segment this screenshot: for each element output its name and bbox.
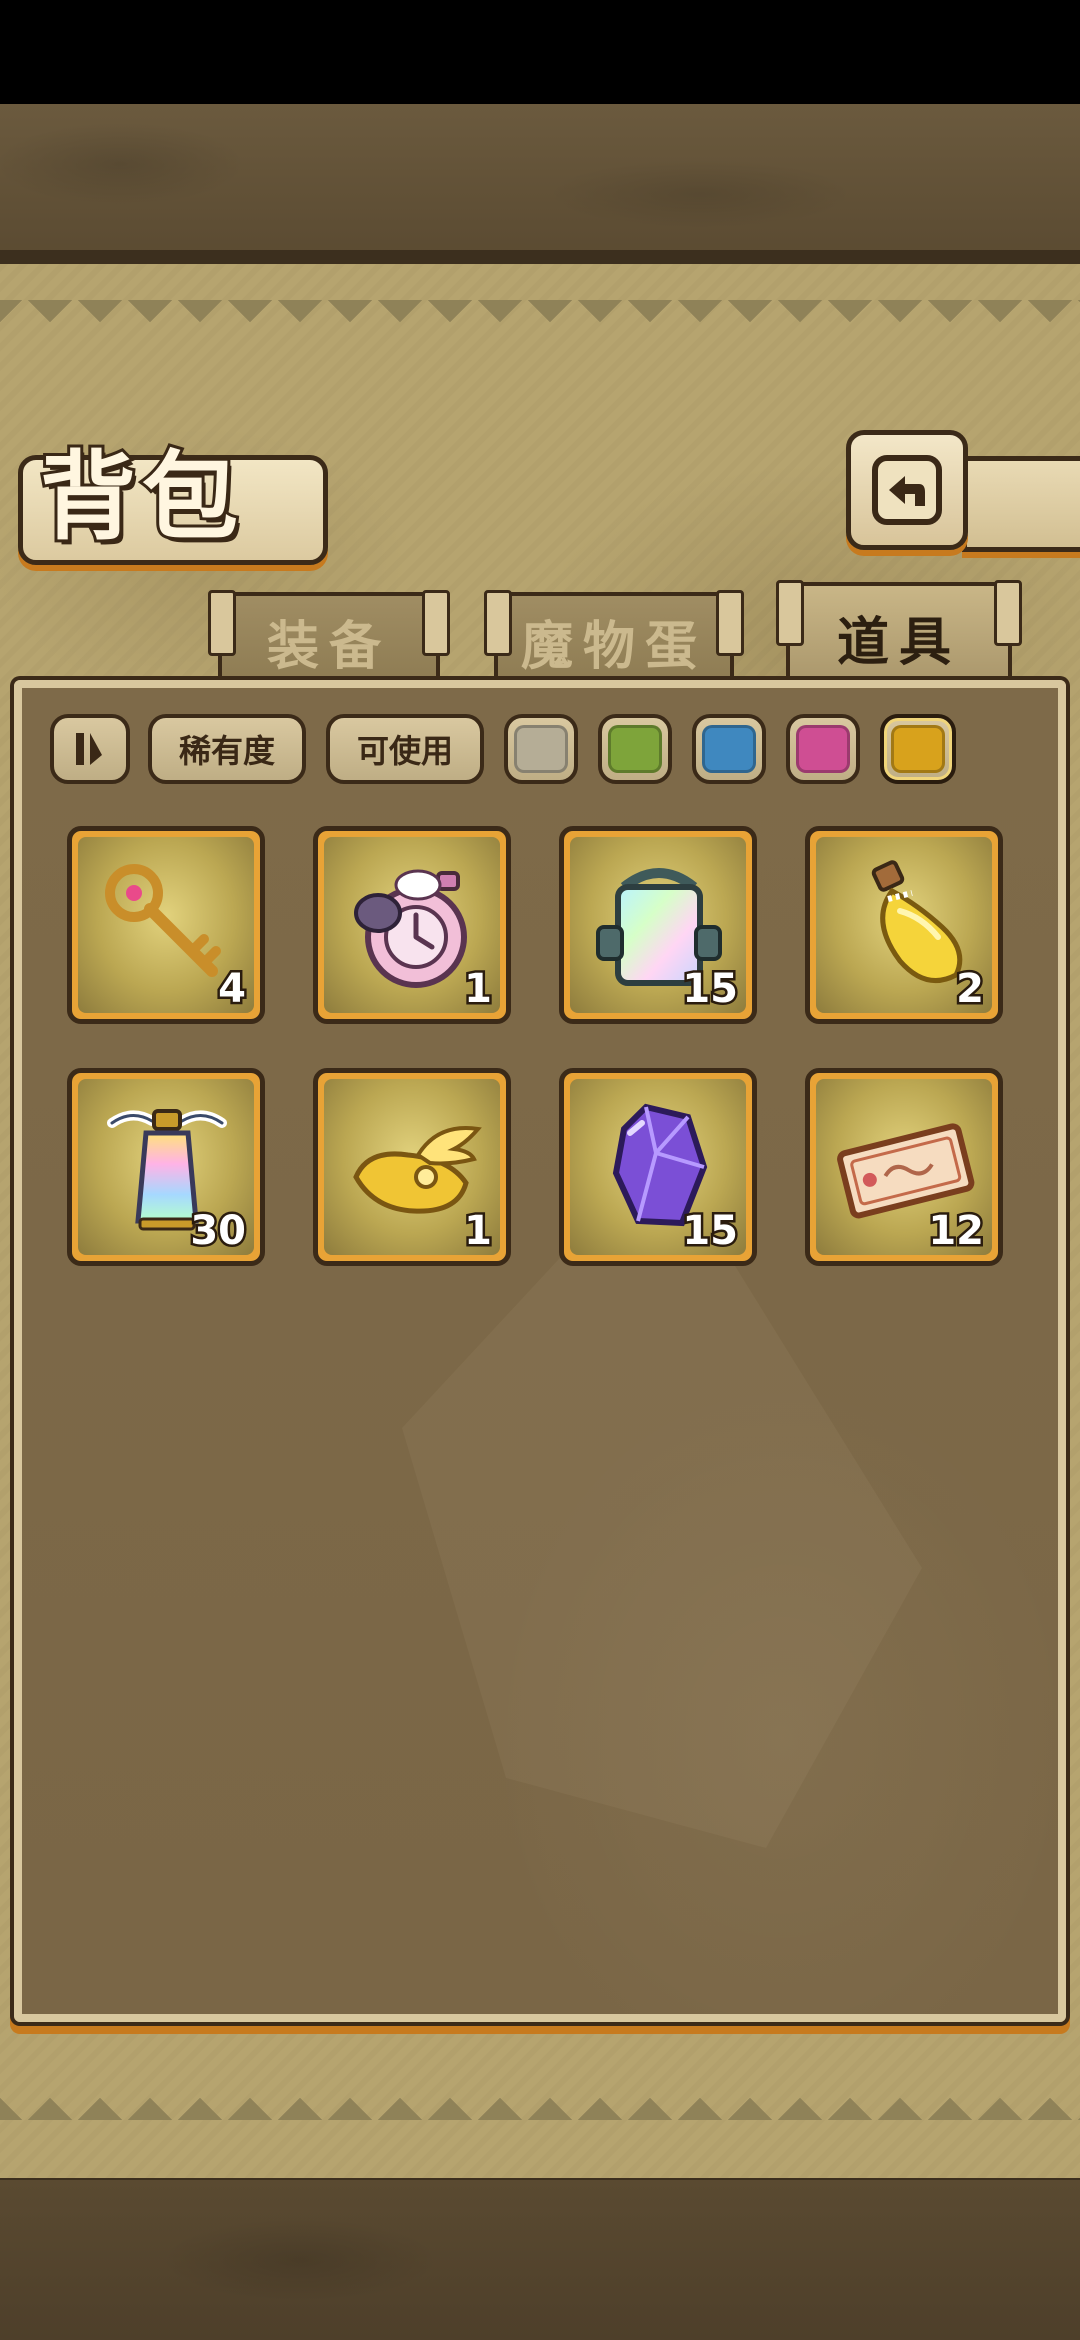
sort-toggle-button[interactable] [50, 714, 130, 784]
rarity-swatch-gray[interactable] [504, 714, 578, 784]
back-button[interactable] [846, 430, 968, 550]
tab-label: 魔物蛋 [520, 616, 707, 677]
tab-equipment[interactable]: 装备 [208, 590, 450, 686]
swatch-color [702, 725, 756, 773]
back-arrow-icon [872, 455, 942, 525]
item-quantity: 1 [462, 1207, 495, 1256]
zigzag-border-bottom [0, 2080, 1080, 2120]
swatch-color [514, 725, 568, 773]
rarity-swatch-blue[interactable] [692, 714, 766, 784]
back-button-tail [962, 456, 1080, 552]
tab-label: 道具 [836, 612, 961, 673]
item-quantity: 4 [216, 965, 249, 1014]
map-background-bottom [0, 2180, 1080, 2340]
tab-post [484, 590, 512, 656]
swatch-color [608, 725, 662, 773]
swatch-color [796, 725, 850, 773]
item-quantity: 2 [954, 965, 987, 1014]
item-slot[interactable]: 1 [313, 1068, 511, 1266]
map-background-top [0, 104, 1080, 264]
item-slot[interactable]: 15 [559, 826, 757, 1024]
item-quantity: 15 [680, 1207, 741, 1256]
usable-filter-button[interactable]: 可使用 [326, 714, 484, 784]
sort-toggle-icon [76, 733, 102, 765]
item-quantity: 12 [926, 1207, 987, 1256]
tab-post [994, 580, 1022, 646]
divider [0, 250, 1080, 264]
item-quantity: 15 [680, 965, 741, 1014]
rarity-filter-button[interactable]: 稀有度 [148, 714, 306, 784]
item-quantity: 30 [188, 1207, 249, 1256]
tab-items[interactable]: 道具 [776, 580, 1022, 688]
tab-label: 装备 [266, 616, 391, 677]
tab-post [776, 580, 804, 646]
rarity-swatch-green[interactable] [598, 714, 672, 784]
item-slot[interactable]: 1 [313, 826, 511, 1024]
item-slot[interactable]: 4 [67, 826, 265, 1024]
item-slot[interactable]: 12 [805, 1068, 1003, 1266]
zigzag-border-top [0, 300, 1080, 340]
tab-post [422, 590, 450, 656]
item-slot[interactable]: 30 [67, 1068, 265, 1266]
tab-monster-egg[interactable]: 魔物蛋 [484, 590, 744, 686]
item-quantity: 1 [462, 965, 495, 1014]
status-bar [0, 0, 1080, 104]
swatch-color [891, 725, 945, 773]
item-slot[interactable]: 2 [805, 826, 1003, 1024]
item-slot[interactable]: 15 [559, 1068, 757, 1266]
page-title: 背包 [37, 438, 244, 556]
tab-post [716, 590, 744, 656]
tab-post [208, 590, 236, 656]
rarity-swatch-pink[interactable] [786, 714, 860, 784]
rarity-swatch-gold[interactable] [880, 714, 956, 784]
